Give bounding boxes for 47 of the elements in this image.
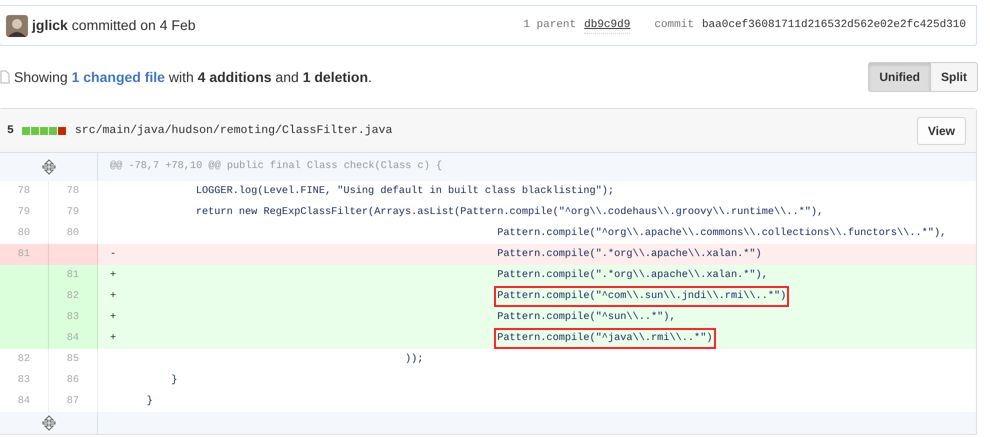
parent-label: 1 parent: [523, 18, 576, 34]
code-line: ));: [404, 352, 424, 367]
line-number: 83: [0, 370, 49, 391]
line-number: 82: [49, 286, 98, 307]
code-line: Pattern.compile("^java\\.rmi\\..*"): [497, 330, 713, 346]
line-number: 86: [49, 370, 98, 391]
line-number: 84: [49, 328, 98, 349]
line-number: 81: [49, 265, 98, 286]
diff-sign: +: [109, 268, 118, 283]
line-number: 82: [0, 349, 49, 370]
code-line: LOGGER.log(Level.FINE, "Using default in built class blacklisting");: [196, 184, 614, 199]
hunk-header: @@ -78,7 +78,10 @@ public final Class check(Class c) {: [109, 159, 442, 174]
file-icon: [0, 70, 10, 84]
code-line: Pattern.compile("^org\\.apache\\.commons\\.collections\\.functors\\..*"),: [497, 226, 946, 241]
diff-sign: +: [109, 330, 118, 346]
line-number: 78: [49, 181, 98, 202]
line-number: 78: [0, 181, 49, 202]
code-line: Pattern.compile(".*org\\.apache\\.xalan.*"): [497, 246, 762, 262]
diff-sign: +: [109, 310, 118, 325]
line-number: 81: [0, 244, 49, 265]
view-mode-tab[interactable]: Split: [931, 62, 978, 92]
code-line: Pattern.compile("^sun\\..*"),: [497, 310, 676, 325]
avatar-icon[interactable]: [6, 14, 28, 36]
line-number: 79: [0, 202, 49, 223]
line-number: 83: [49, 307, 98, 328]
commit-date: committed on 4 Feb: [72, 16, 196, 35]
diff-sign: +: [109, 288, 118, 304]
code-line: }: [171, 372, 178, 388]
changed-files-link[interactable]: 1 changed file: [72, 68, 165, 84]
author-link[interactable]: jglick: [32, 15, 68, 36]
diff-summary: Showing 1 changed file with 4 additions and 1 deletion.: [14, 68, 372, 87]
code-line: return new RegExpClassFilter(Arrays.asList(Pattern.compile("^org\\.codehaus\\.groovy\\.runtime\\..*"),: [196, 204, 824, 220]
code-line: }: [146, 394, 153, 409]
view-mode-tab[interactable]: Unified: [868, 62, 931, 92]
diff-sign: -: [109, 246, 118, 262]
view-button[interactable]: View: [916, 116, 966, 144]
change-count: 5: [7, 122, 14, 139]
commit-label: commit: [654, 18, 694, 34]
code-line: Pattern.compile("^com\\.sun\\.jndi\\.rmi\\..*"): [497, 288, 786, 304]
expand-icon[interactable]: [42, 415, 56, 431]
file-path: src/main/java/hudson/remoting/ClassFilter.java: [74, 122, 392, 139]
line-number: 85: [49, 349, 98, 370]
code-line: Pattern.compile(".*org\\.apache\\.xalan.*"),: [497, 268, 768, 283]
parent-sha-link[interactable]: db9c9d9: [584, 16, 630, 34]
commit-sha: baa0cef36081711d216532d562e02e2fc425d310: [702, 18, 966, 34]
expand-icon[interactable]: [42, 159, 56, 175]
line-number: 79: [49, 202, 98, 223]
